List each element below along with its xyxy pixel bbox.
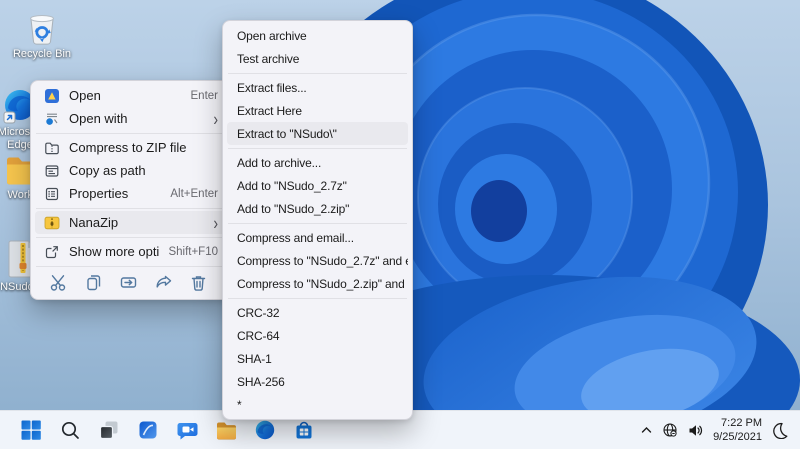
submenu-item-sha256[interactable]: SHA-256 — [227, 370, 408, 393]
submenu-item-label: Open archive — [237, 28, 307, 43]
menu-item-open[interactable]: Open Enter — [35, 84, 226, 107]
submenu-item-add-to-zip[interactable]: Add to "NSudo_2.zip" — [227, 197, 408, 220]
quick-actions-row — [35, 269, 226, 296]
clock-time: 7:22 PM — [721, 416, 762, 429]
copy-icon[interactable] — [83, 273, 103, 293]
menu-separator — [228, 297, 407, 299]
submenu-item-label: CRC-32 — [237, 305, 280, 320]
clock[interactable]: 7:22 PM 9/25/2021 — [713, 416, 762, 445]
widgets-icon[interactable] — [133, 415, 163, 445]
submenu-item-compress-zip-email[interactable]: Compress to "NSudo_2.zip" and email — [227, 272, 408, 295]
submenu-item-extract-to-folder[interactable]: Extract to "NSudo\" — [227, 122, 408, 145]
share-icon[interactable] — [153, 273, 173, 293]
delete-icon[interactable] — [188, 273, 208, 293]
submenu-item-open-archive[interactable]: Open archive — [227, 24, 408, 47]
submenu-item-label: Test archive — [237, 51, 300, 66]
submenu-item-extract-here[interactable]: Extract Here — [227, 99, 408, 122]
chevron-right-icon: › — [213, 212, 218, 233]
nanazip-submenu: Open archive Test archive Extract files.… — [222, 20, 413, 420]
menu-item-properties[interactable]: Properties Alt+Enter — [35, 182, 226, 205]
menu-item-label: Open — [69, 88, 101, 103]
submenu-item-label: CRC-64 — [237, 328, 280, 343]
submenu-item-label: Add to "NSudo_2.zip" — [237, 201, 350, 216]
recycle-bin-icon — [30, 14, 54, 45]
menu-separator — [228, 147, 407, 149]
submenu-item-compress-7z-email[interactable]: Compress to "NSudo_2.7z" and email — [227, 249, 408, 272]
submenu-item-label: Add to "NSudo_2.7z" — [237, 178, 347, 193]
menu-separator — [36, 265, 225, 267]
chevron-right-icon: › — [213, 108, 218, 129]
menu-item-label: Show more options — [69, 244, 160, 259]
tray-chevron-up-icon[interactable] — [640, 424, 653, 437]
menu-item-label: NanaZip — [69, 215, 119, 230]
menu-item-label: Compress to ZIP file — [69, 140, 187, 155]
chat-icon[interactable] — [172, 415, 202, 445]
submenu-item-label: SHA-1 — [237, 351, 272, 366]
menu-separator — [36, 132, 225, 134]
volume-icon[interactable] — [687, 422, 704, 439]
menu-separator — [36, 236, 225, 238]
menu-item-label: Properties — [69, 186, 129, 201]
cut-icon[interactable] — [48, 273, 68, 293]
properties-icon — [43, 186, 60, 202]
submenu-item-label: Compress and email... — [237, 230, 354, 245]
submenu-item-label: SHA-256 — [237, 374, 285, 389]
submenu-item-star[interactable]: * — [227, 393, 408, 416]
submenu-item-label: Add to archive... — [237, 155, 322, 170]
network-globe-icon[interactable] — [662, 422, 678, 438]
nsudo-app-icon — [43, 88, 60, 104]
menu-item-open-with[interactable]: Open with › — [35, 107, 226, 130]
start-button[interactable] — [16, 415, 46, 445]
menu-item-label: Open with — [69, 111, 128, 126]
nanazip-icon — [43, 215, 60, 231]
submenu-item-label: Compress to "NSudo_2.zip" and email — [237, 276, 408, 291]
task-view-icon[interactable] — [94, 415, 124, 445]
menu-separator — [228, 222, 407, 224]
menu-item-shortcut: Alt+Enter — [170, 187, 218, 200]
clock-date: 9/25/2021 — [713, 431, 762, 443]
submenu-item-sha1[interactable]: SHA-1 — [227, 347, 408, 370]
menu-item-copy-as-path[interactable]: Copy as path — [35, 159, 226, 182]
menu-item-show-more-options[interactable]: Show more options Shift+F10 — [35, 240, 226, 263]
submenu-item-label: Compress to "NSudo_2.7z" and email — [237, 253, 408, 268]
submenu-item-crc64[interactable]: CRC-64 — [227, 324, 408, 347]
submenu-item-extract-files[interactable]: Extract files... — [227, 76, 408, 99]
submenu-item-add-to-archive[interactable]: Add to archive... — [227, 151, 408, 174]
submenu-item-label: Extract files... — [237, 80, 307, 95]
focus-assist-moon-icon[interactable] — [771, 422, 788, 439]
menu-item-nanazip[interactable]: NanaZip › — [35, 211, 226, 234]
submenu-item-label: Extract Here — [237, 103, 302, 118]
menu-separator — [36, 207, 225, 209]
show-more-options-icon — [43, 244, 60, 260]
system-tray: 7:22 PM 9/25/2021 — [640, 416, 800, 445]
submenu-item-label: Extract to "NSudo\" — [237, 126, 337, 141]
menu-separator — [228, 72, 407, 74]
search-icon[interactable] — [55, 415, 85, 445]
rename-icon[interactable] — [118, 273, 138, 293]
submenu-item-compress-and-email[interactable]: Compress and email... — [227, 226, 408, 249]
submenu-item-add-to-7z[interactable]: Add to "NSudo_2.7z" — [227, 174, 408, 197]
menu-item-shortcut: Shift+F10 — [168, 245, 218, 258]
submenu-item-test-archive[interactable]: Test archive — [227, 47, 408, 70]
desktop-icon-label: Recycle Bin — [12, 48, 72, 60]
context-menu: Open Enter Open with › Compress to ZIP f… — [30, 80, 231, 300]
submenu-item-label: * — [237, 397, 242, 412]
zip-folder-icon — [43, 140, 60, 156]
menu-item-compress-to-zip[interactable]: Compress to ZIP file — [35, 136, 226, 159]
desktop-icon-recycle-bin[interactable]: Recycle Bin — [10, 8, 74, 61]
copy-path-icon — [43, 163, 60, 179]
submenu-item-crc32[interactable]: CRC-32 — [227, 301, 408, 324]
menu-item-label: Copy as path — [69, 163, 146, 178]
menu-item-shortcut: Enter — [190, 89, 219, 102]
open-with-icon — [43, 111, 60, 127]
